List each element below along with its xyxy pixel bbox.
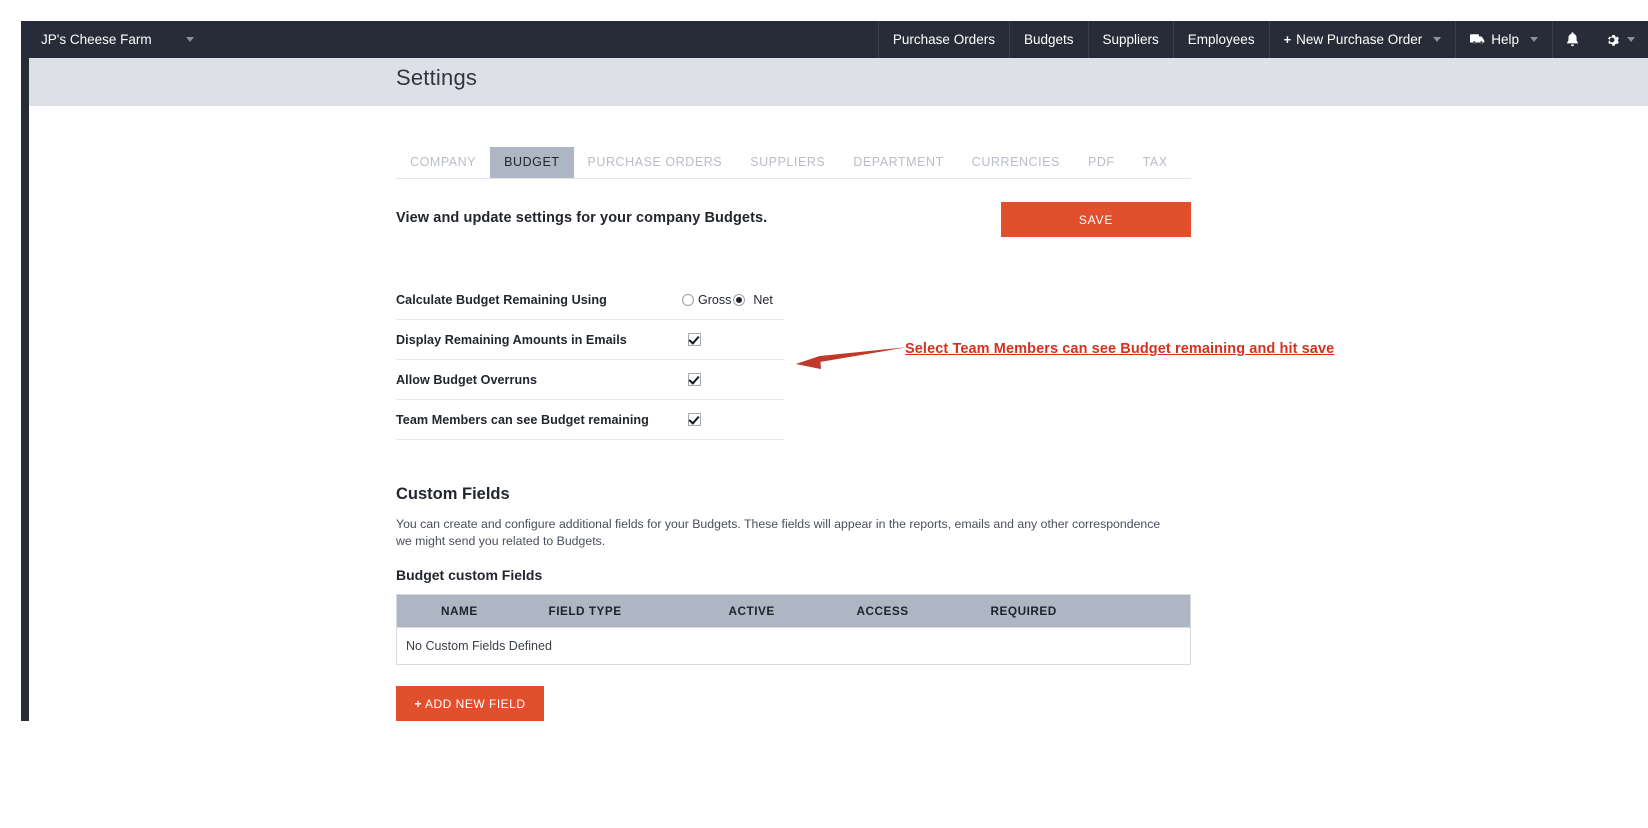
page-header-band: Settings — [29, 58, 1648, 106]
column-header-required: REQUIRED — [990, 594, 1191, 628]
nav-item-label: Suppliers — [1102, 32, 1159, 47]
setting-control — [688, 373, 701, 386]
chevron-down-icon — [1530, 37, 1538, 42]
setting-row-calculate-budget-remaining: Calculate Budget Remaining Using Gross N… — [396, 280, 784, 320]
plus-icon: + — [1283, 32, 1292, 47]
setting-row-team-members-see-budget: Team Members can see Budget remaining — [396, 400, 784, 440]
help-menu[interactable]: Help — [1455, 21, 1552, 58]
tab-label: BUDGET — [504, 155, 560, 169]
radio-net[interactable] — [733, 293, 746, 306]
setting-control: Gross Net — [682, 293, 775, 307]
nav-item-employees[interactable]: Employees — [1172, 21, 1269, 58]
truck-icon — [1470, 34, 1485, 45]
gear-icon — [1605, 33, 1619, 47]
budget-settings-list: Calculate Budget Remaining Using Gross N… — [396, 280, 784, 440]
new-purchase-order-label: New Purchase Order — [1296, 32, 1423, 47]
screenshot-root: JP's Cheese Farm Purchase Orders Budgets… — [0, 0, 1648, 828]
column-header-field-type: FIELD TYPE — [548, 594, 729, 628]
new-purchase-order-button[interactable]: + New Purchase Order — [1268, 21, 1456, 58]
page-content: COMPANY BUDGET PURCHASE ORDERS SUPPLIERS… — [29, 106, 1648, 721]
tab-label: SUPPLIERS — [750, 155, 826, 169]
brand-menu[interactable]: JP's Cheese Farm — [29, 21, 208, 58]
nav-item-label: Employees — [1187, 32, 1255, 47]
setting-label: Display Remaining Amounts in Emails — [396, 332, 627, 347]
radio-net-label: Net — [753, 292, 773, 307]
column-header-active: ACTIVE — [728, 594, 857, 628]
tab-tax[interactable]: TAX — [1129, 147, 1182, 178]
setting-label: Calculate Budget Remaining Using — [396, 292, 607, 307]
page-title: Settings — [396, 65, 478, 90]
custom-fields-table: NAME FIELD TYPE ACTIVE ACCESS REQUIRED N… — [396, 594, 1191, 665]
nav-item-purchase-orders[interactable]: Purchase Orders — [877, 21, 1009, 58]
settings-menu-button[interactable] — [1592, 21, 1648, 58]
table-row: No Custom Fields Defined — [396, 627, 1191, 665]
setting-label: Allow Budget Overruns — [396, 372, 537, 387]
left-gutter-strip — [21, 21, 29, 721]
save-button[interactable]: SAVE — [1001, 202, 1191, 237]
tab-department[interactable]: DEPARTMENT — [839, 147, 957, 178]
section-header-row: View and update settings for your compan… — [396, 202, 1191, 252]
nav-item-budgets[interactable]: Budgets — [1008, 21, 1088, 58]
navbar-spacer — [208, 21, 878, 58]
budget-custom-fields-subheading: Budget custom Fields — [396, 567, 543, 583]
bell-icon — [1566, 32, 1579, 47]
notifications-button[interactable] — [1552, 21, 1592, 58]
column-header-name: NAME — [396, 594, 549, 628]
chevron-down-icon — [1627, 37, 1635, 42]
tab-company[interactable]: COMPANY — [396, 147, 490, 178]
tab-pdf[interactable]: PDF — [1074, 147, 1129, 178]
table-header-row: NAME FIELD TYPE ACTIVE ACCESS REQUIRED — [396, 594, 1191, 628]
radio-group-calculate-using: Gross Net — [682, 293, 775, 307]
content-inner: COMPANY BUDGET PURCHASE ORDERS SUPPLIERS… — [396, 106, 1191, 721]
empty-state-message: No Custom Fields Defined — [396, 627, 1191, 665]
checkbox-team-members-see-budget-remaining[interactable] — [688, 413, 701, 426]
tab-label: CURRENCIES — [971, 155, 1060, 169]
setting-row-allow-budget-overruns: Allow Budget Overruns — [396, 360, 784, 400]
add-new-field-label: ADD NEW FIELD — [425, 696, 526, 711]
chevron-down-icon — [1433, 37, 1442, 42]
tab-label: DEPARTMENT — [853, 155, 944, 169]
setting-control — [688, 333, 701, 346]
tab-budget[interactable]: BUDGET — [490, 147, 574, 178]
setting-row-display-remaining-amounts: Display Remaining Amounts in Emails — [396, 320, 784, 360]
top-navbar: JP's Cheese Farm Purchase Orders Budgets… — [29, 21, 1648, 58]
radio-gross-label: Gross — [698, 292, 732, 307]
column-header-access: ACCESS — [856, 594, 991, 628]
nav-item-label: Purchase Orders — [892, 32, 995, 47]
plus-icon: + — [414, 696, 422, 711]
tab-label: PURCHASE ORDERS — [587, 155, 723, 169]
tab-purchase-orders[interactable]: PURCHASE ORDERS — [574, 147, 737, 178]
tab-suppliers[interactable]: SUPPLIERS — [736, 147, 839, 178]
help-label: Help — [1491, 32, 1519, 47]
setting-control — [688, 413, 701, 426]
custom-fields-description: You can create and configure additional … — [396, 517, 1161, 548]
nav-item-label: Budgets — [1023, 32, 1074, 47]
tab-label: PDF — [1087, 155, 1115, 169]
settings-tabs: COMPANY BUDGET PURCHASE ORDERS SUPPLIERS… — [396, 131, 1191, 179]
tab-label: COMPANY — [410, 155, 477, 169]
radio-gross[interactable] — [682, 293, 694, 306]
left-arrow-annotation — [790, 345, 910, 373]
chevron-down-icon — [185, 37, 194, 42]
custom-fields-heading: Custom Fields — [396, 485, 510, 503]
tab-label: TAX — [1142, 155, 1168, 169]
brand-label: JP's Cheese Farm — [41, 32, 152, 47]
navbar-items: Purchase Orders Budgets Suppliers Employ… — [877, 21, 1648, 58]
checkbox-display-remaining-amounts[interactable] — [688, 333, 701, 346]
tab-currencies[interactable]: CURRENCIES — [958, 147, 1074, 178]
add-new-field-button[interactable]: + ADD NEW FIELD — [396, 686, 544, 721]
nav-item-suppliers[interactable]: Suppliers — [1087, 21, 1173, 58]
annotation-text: Select Team Members can see Budget remai… — [905, 341, 1335, 357]
checkbox-allow-budget-overruns[interactable] — [688, 373, 701, 386]
setting-label: Team Members can see Budget remaining — [396, 412, 649, 427]
